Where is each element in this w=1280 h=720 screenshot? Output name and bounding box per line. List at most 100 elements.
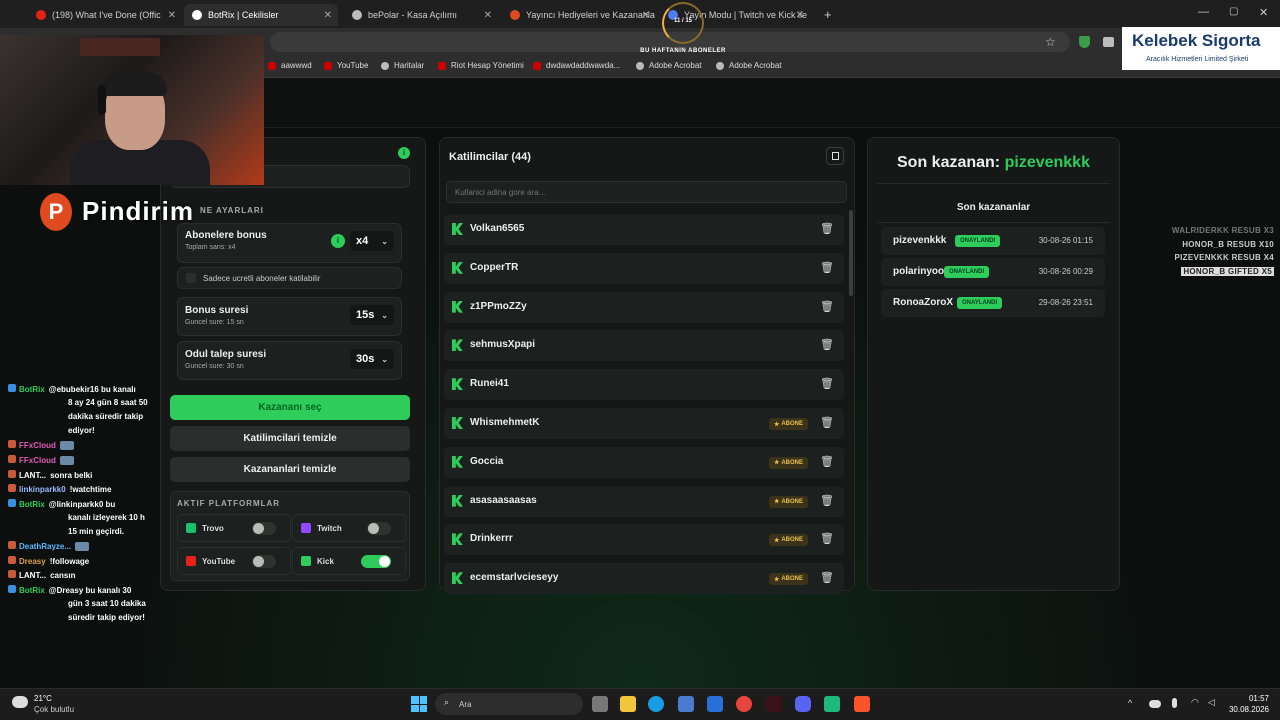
bookmark-label: YouTube bbox=[337, 61, 369, 70]
close-tab-icon[interactable]: ✕ bbox=[324, 10, 332, 21]
windows-start-icon[interactable] bbox=[411, 696, 427, 712]
platform-toggle[interactable] bbox=[252, 555, 276, 568]
tray-chevron-icon[interactable]: ^ bbox=[1128, 698, 1132, 708]
taskbar-search[interactable] bbox=[435, 693, 583, 715]
bookmark-item[interactable]: YouTube bbox=[324, 61, 368, 70]
bookmark-item[interactable]: Adobe Acrobat bbox=[716, 61, 781, 70]
toggle-knob bbox=[253, 556, 264, 567]
star-icon[interactable]: ☆ bbox=[1045, 35, 1056, 49]
edge-icon[interactable] bbox=[648, 696, 664, 712]
wifi-icon[interactable]: ◠ bbox=[1191, 697, 1199, 708]
chat-line: LANT... cansın bbox=[8, 569, 75, 582]
shield-extension-icon[interactable] bbox=[1079, 36, 1090, 48]
taskbar-search-label: Ara bbox=[459, 700, 472, 709]
twitch-icon bbox=[301, 523, 311, 533]
brave-icon[interactable] bbox=[854, 696, 870, 712]
browser-tab[interactable]: Yayıncı Hediyeleri ve Kazananla ✕ bbox=[502, 4, 656, 26]
chat-username[interactable]: FFxCloud bbox=[19, 456, 56, 465]
task-view-icon[interactable] bbox=[592, 696, 608, 712]
new-tab-icon[interactable]: + bbox=[824, 7, 832, 22]
bonus-info-icon[interactable]: i bbox=[331, 234, 345, 248]
bookmark-item[interactable]: dwdawdaddwawda... bbox=[533, 61, 620, 70]
bonus-time-select[interactable]: 15s ⌄ bbox=[350, 305, 394, 325]
discord-icon[interactable] bbox=[795, 696, 811, 712]
bonus-select[interactable]: x4 ⌄ bbox=[350, 231, 394, 251]
clock-time[interactable]: 01:57 bbox=[1229, 694, 1269, 703]
winner-date: 30-08-26 00:29 bbox=[1038, 267, 1093, 276]
close-tab-icon[interactable]: ✕ bbox=[642, 10, 650, 21]
kick-icon bbox=[452, 417, 463, 429]
trash-icon[interactable]: 🗑 bbox=[820, 338, 834, 352]
browser-tab[interactable]: BotRix | Cekilisler ✕ bbox=[184, 4, 338, 26]
chat-username[interactable]: LANT... bbox=[19, 471, 46, 480]
star-icon: ★ bbox=[773, 576, 780, 583]
sub-badge-label: ABONE bbox=[781, 576, 803, 583]
browser-tab[interactable]: (198) What I've Done (Offic ✕ bbox=[28, 4, 182, 26]
claim-time-select[interactable]: 30s ⌄ bbox=[350, 349, 394, 369]
trash-icon[interactable]: 🗑 bbox=[820, 222, 834, 236]
pick-winner-button[interactable]: Kazananı seç bbox=[170, 395, 410, 420]
platform-toggle[interactable] bbox=[367, 522, 391, 535]
clock-date[interactable]: 30.08.2026 bbox=[1223, 705, 1269, 714]
bookmark-icon bbox=[324, 61, 332, 70]
bookmark-item[interactable]: aawwwd bbox=[268, 61, 312, 70]
browser-tab[interactable]: bePolar - Kasa Açılımı ✕ bbox=[344, 4, 498, 26]
close-tab-icon[interactable]: ✕ bbox=[484, 10, 492, 21]
store-icon[interactable] bbox=[678, 696, 694, 712]
chat-username[interactable]: BotRix bbox=[19, 385, 45, 394]
trash-icon[interactable]: 🗑 bbox=[820, 377, 834, 391]
file-explorer-icon[interactable] bbox=[620, 696, 636, 712]
chat-username[interactable]: DeathRayze... bbox=[19, 542, 71, 551]
participant-name: Goccia bbox=[470, 455, 504, 467]
kick-icon bbox=[452, 300, 463, 313]
trash-icon[interactable]: 🗑 bbox=[820, 571, 834, 585]
bookmark-item[interactable]: Haritalar bbox=[381, 61, 424, 70]
info-icon[interactable]: i bbox=[398, 147, 410, 159]
participant-row: ecemstarlvcieseyy ★ ABONE 🗑 bbox=[444, 563, 844, 595]
trash-icon[interactable]: 🗑 bbox=[820, 300, 834, 314]
mail-icon[interactable] bbox=[707, 696, 723, 712]
participant-search-input[interactable] bbox=[446, 181, 847, 203]
participants-scrollbar[interactable] bbox=[849, 210, 853, 296]
app-icon[interactable] bbox=[824, 696, 840, 712]
chat-username[interactable]: LANT... bbox=[19, 571, 46, 580]
close-window-icon[interactable]: ✕ bbox=[1259, 6, 1268, 19]
chat-username[interactable]: BotRix bbox=[19, 500, 45, 509]
minimize-icon[interactable]: — bbox=[1198, 6, 1209, 18]
valorant-icon[interactable] bbox=[766, 696, 782, 712]
platform-toggle[interactable] bbox=[252, 522, 276, 535]
chat-username[interactable]: FFxCloud bbox=[19, 441, 56, 450]
close-tab-icon[interactable]: ✕ bbox=[168, 10, 176, 21]
maximize-icon[interactable]: ▢ bbox=[1229, 6, 1238, 17]
only-paid-checkbox[interactable] bbox=[186, 273, 196, 283]
sponsor-banner: Kelebek Sigorta Aracılık Hizmetleri Limi… bbox=[1122, 27, 1280, 70]
platform-twitch: Twitch bbox=[292, 514, 406, 542]
participant-name: CopperTR bbox=[470, 261, 519, 273]
platform-toggle[interactable] bbox=[361, 555, 391, 568]
clear-participants-button[interactable]: Katilimcilari temizle bbox=[170, 426, 410, 451]
trash-icon[interactable]: 🗑 bbox=[820, 455, 834, 469]
bookmark-item[interactable]: Adobe Acrobat bbox=[636, 61, 701, 70]
clear-winners-button[interactable]: Kazananlari temizle bbox=[170, 457, 410, 482]
volume-icon[interactable]: ◁ bbox=[1208, 697, 1215, 708]
cloud-icon[interactable] bbox=[1149, 700, 1161, 708]
weather-icon[interactable] bbox=[12, 696, 28, 708]
toggle-knob bbox=[253, 523, 264, 534]
microphone-icon[interactable] bbox=[1172, 698, 1177, 708]
chat-username[interactable]: Dreasy bbox=[19, 557, 46, 566]
bookmark-item[interactable]: Riot Hesap Yönetimi bbox=[438, 61, 524, 70]
bookmark-label: aawwwd bbox=[281, 61, 312, 70]
chat-line: FFxCloud bbox=[8, 439, 74, 452]
copy-icon[interactable] bbox=[826, 147, 844, 165]
close-tab-icon[interactable]: ✕ bbox=[796, 10, 804, 21]
trash-icon[interactable]: 🗑 bbox=[820, 261, 834, 275]
extension-icon[interactable] bbox=[1103, 37, 1114, 47]
chat-message: !followage bbox=[49, 557, 90, 566]
trash-icon[interactable]: 🗑 bbox=[820, 416, 834, 430]
chat-username[interactable]: linkinparkk0 bbox=[19, 485, 66, 494]
chat-message: @Dreasy bu kanalı 30 bbox=[48, 586, 132, 595]
chat-username[interactable]: BotRix bbox=[19, 586, 45, 595]
trash-icon[interactable]: 🗑 bbox=[820, 532, 834, 546]
trash-icon[interactable]: 🗑 bbox=[820, 494, 834, 508]
chrome-icon[interactable] bbox=[736, 696, 752, 712]
